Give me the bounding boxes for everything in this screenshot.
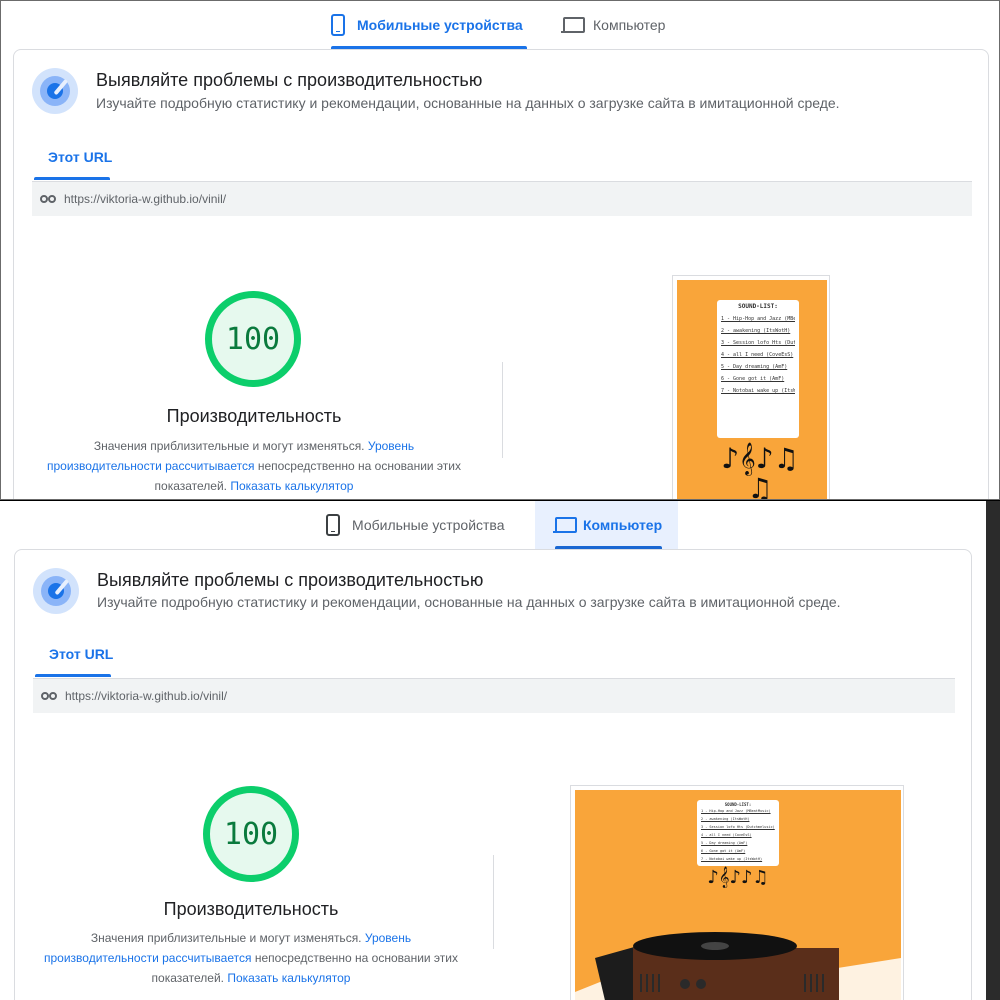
device-tabs: Мобильные устройства Компьютер <box>0 501 1000 549</box>
page-screenshot-desktop: SOUND-LIST: 1 - Hip-Hop and Jazz (MBeatM… <box>570 785 904 1000</box>
performance-label: Производительность <box>166 406 342 426</box>
sound-list-item: 1 - Hip-Hop and Jazz (MBeatMusic) <box>721 316 795 322</box>
sound-list-item: 3 - Session lofo Hts (Dutchmelusic) <box>721 340 795 346</box>
turntable-knob <box>680 979 690 989</box>
tab-this-url[interactable]: Этот URL <box>48 149 112 165</box>
tab-desktop[interactable]: Компьютер <box>535 501 678 549</box>
performance-score-value: 100 <box>225 321 281 357</box>
window-edge <box>986 501 1000 1000</box>
desktop-report-panel: Мобильные устройства Компьютер Выявляйте… <box>0 500 1000 1000</box>
tab-desktop-label: Компьютер <box>583 517 663 533</box>
tab-mobile-label: Мобильные устройства <box>357 17 523 33</box>
performance-note: Значения приблизительные и могут изменят… <box>44 436 464 496</box>
lighthouse-gauge-icon <box>33 568 79 614</box>
url-bar: https://viktoria-w.github.io/vinil/ <box>32 182 972 216</box>
laptop-icon <box>553 517 577 533</box>
tab-desktop[interactable]: Компьютер <box>561 1 691 49</box>
show-calculator-link[interactable]: Показать калькулятор <box>230 479 353 493</box>
analyzed-url[interactable]: https://viktoria-w.github.io/vinil/ <box>64 192 226 206</box>
sound-list-item: 7 - Notobai wake up (ItsWotH) <box>701 857 763 861</box>
performance-score-value: 100 <box>223 816 279 852</box>
card-title: Выявляйте проблемы с производительностью <box>96 70 483 90</box>
sound-list-item: 7 - Notobai wake up (ItsWotH) <box>721 388 795 394</box>
laptop-icon <box>561 17 585 33</box>
music-notes-icon: ♪𝄞♪♫ ♫ <box>721 442 799 500</box>
tab-mobile[interactable]: Мобильные устройства <box>326 501 526 549</box>
turntable-illustration <box>575 932 901 1000</box>
card-title: Выявляйте проблемы с производительностью <box>97 570 484 590</box>
sound-list-item: 4 - all I need (CoveEsS) <box>721 352 794 358</box>
vertical-divider <box>493 855 494 949</box>
sound-list-item: 6 - Gone got it (AmF) <box>721 376 785 382</box>
sound-list-card: SOUND-LIST: 1 - Hip-Hop and Jazz (MBeatM… <box>697 800 779 866</box>
sound-list-card: SOUND-LIST: 1 - Hip-Hop and Jazz (MBeatM… <box>717 300 799 438</box>
phone-icon <box>331 14 345 36</box>
sound-list-item: 2 - awakening (ItsWotH) <box>701 817 750 821</box>
show-calculator-link[interactable]: Показать калькулятор <box>227 971 350 985</box>
tab-this-url[interactable]: Этот URL <box>49 646 113 662</box>
link-icon <box>41 692 57 700</box>
page-screenshot-mobile: SOUND-LIST: 1 - Hip-Hop and Jazz (MBeatM… <box>672 275 830 500</box>
sound-list-item: 2 - awakening (ItsWotH) <box>721 328 791 334</box>
sound-list-title: SOUND-LIST: <box>738 303 778 310</box>
tab-mobile-label: Мобильные устройства <box>352 517 505 533</box>
tab-desktop-label: Компьютер <box>593 17 666 33</box>
url-bar: https://viktoria-w.github.io/vinil/ <box>33 679 955 713</box>
performance-card: Выявляйте проблемы с производительностью… <box>13 49 989 500</box>
vinyl-label <box>701 942 729 950</box>
turntable-knob <box>696 979 706 989</box>
performance-card: Выявляйте проблемы с производительностью… <box>14 549 972 1000</box>
tab-mobile[interactable]: Мобильные устройства <box>331 1 527 49</box>
sound-list-item: 6 - Gone got it (AmF) <box>701 849 746 853</box>
url-tab-indicator <box>34 177 110 180</box>
phone-icon <box>326 514 340 536</box>
sound-list-item: 5 - Day dreaming (AmF) <box>701 841 748 845</box>
lighthouse-gauge-icon <box>32 68 78 114</box>
sound-list-item: 1 - Hip-Hop and Jazz (MBeatMusic) <box>701 809 771 813</box>
performance-score-gauge: 100 <box>205 291 301 387</box>
note-text-1: Значения приблизительные и могут изменят… <box>90 931 362 945</box>
sound-list-item: 3 - Session lofo Hts (Dutchmelusic) <box>701 825 775 829</box>
performance-score-gauge: 100 <box>203 786 299 882</box>
performance-label: Производительность <box>163 899 339 919</box>
note-text-1: Значения приблизительные и могут изменят… <box>93 439 365 453</box>
card-subtitle: Изучайте подробную статистику и рекоменд… <box>97 594 841 610</box>
performance-note: Значения приблизительные и могут изменят… <box>41 928 461 988</box>
sound-list-title: SOUND-LIST: <box>724 802 752 807</box>
link-icon <box>40 195 56 203</box>
analyzed-url[interactable]: https://viktoria-w.github.io/vinil/ <box>65 689 227 703</box>
card-subtitle: Изучайте подробную статистику и рекоменд… <box>96 95 840 111</box>
vertical-divider <box>502 362 503 458</box>
device-tabs: Мобильные устройства Компьютер <box>1 1 999 49</box>
sound-list-item: 4 - all I need (CoveEsS) <box>701 833 752 837</box>
music-notes-icon: ♪𝄞♪♪♫ <box>707 867 769 888</box>
sound-list-item: 5 - Day dreaming (AmF) <box>721 364 788 370</box>
url-tab-indicator <box>35 674 111 677</box>
mobile-report-panel: Мобильные устройства Компьютер Выявляйте… <box>0 0 1000 500</box>
